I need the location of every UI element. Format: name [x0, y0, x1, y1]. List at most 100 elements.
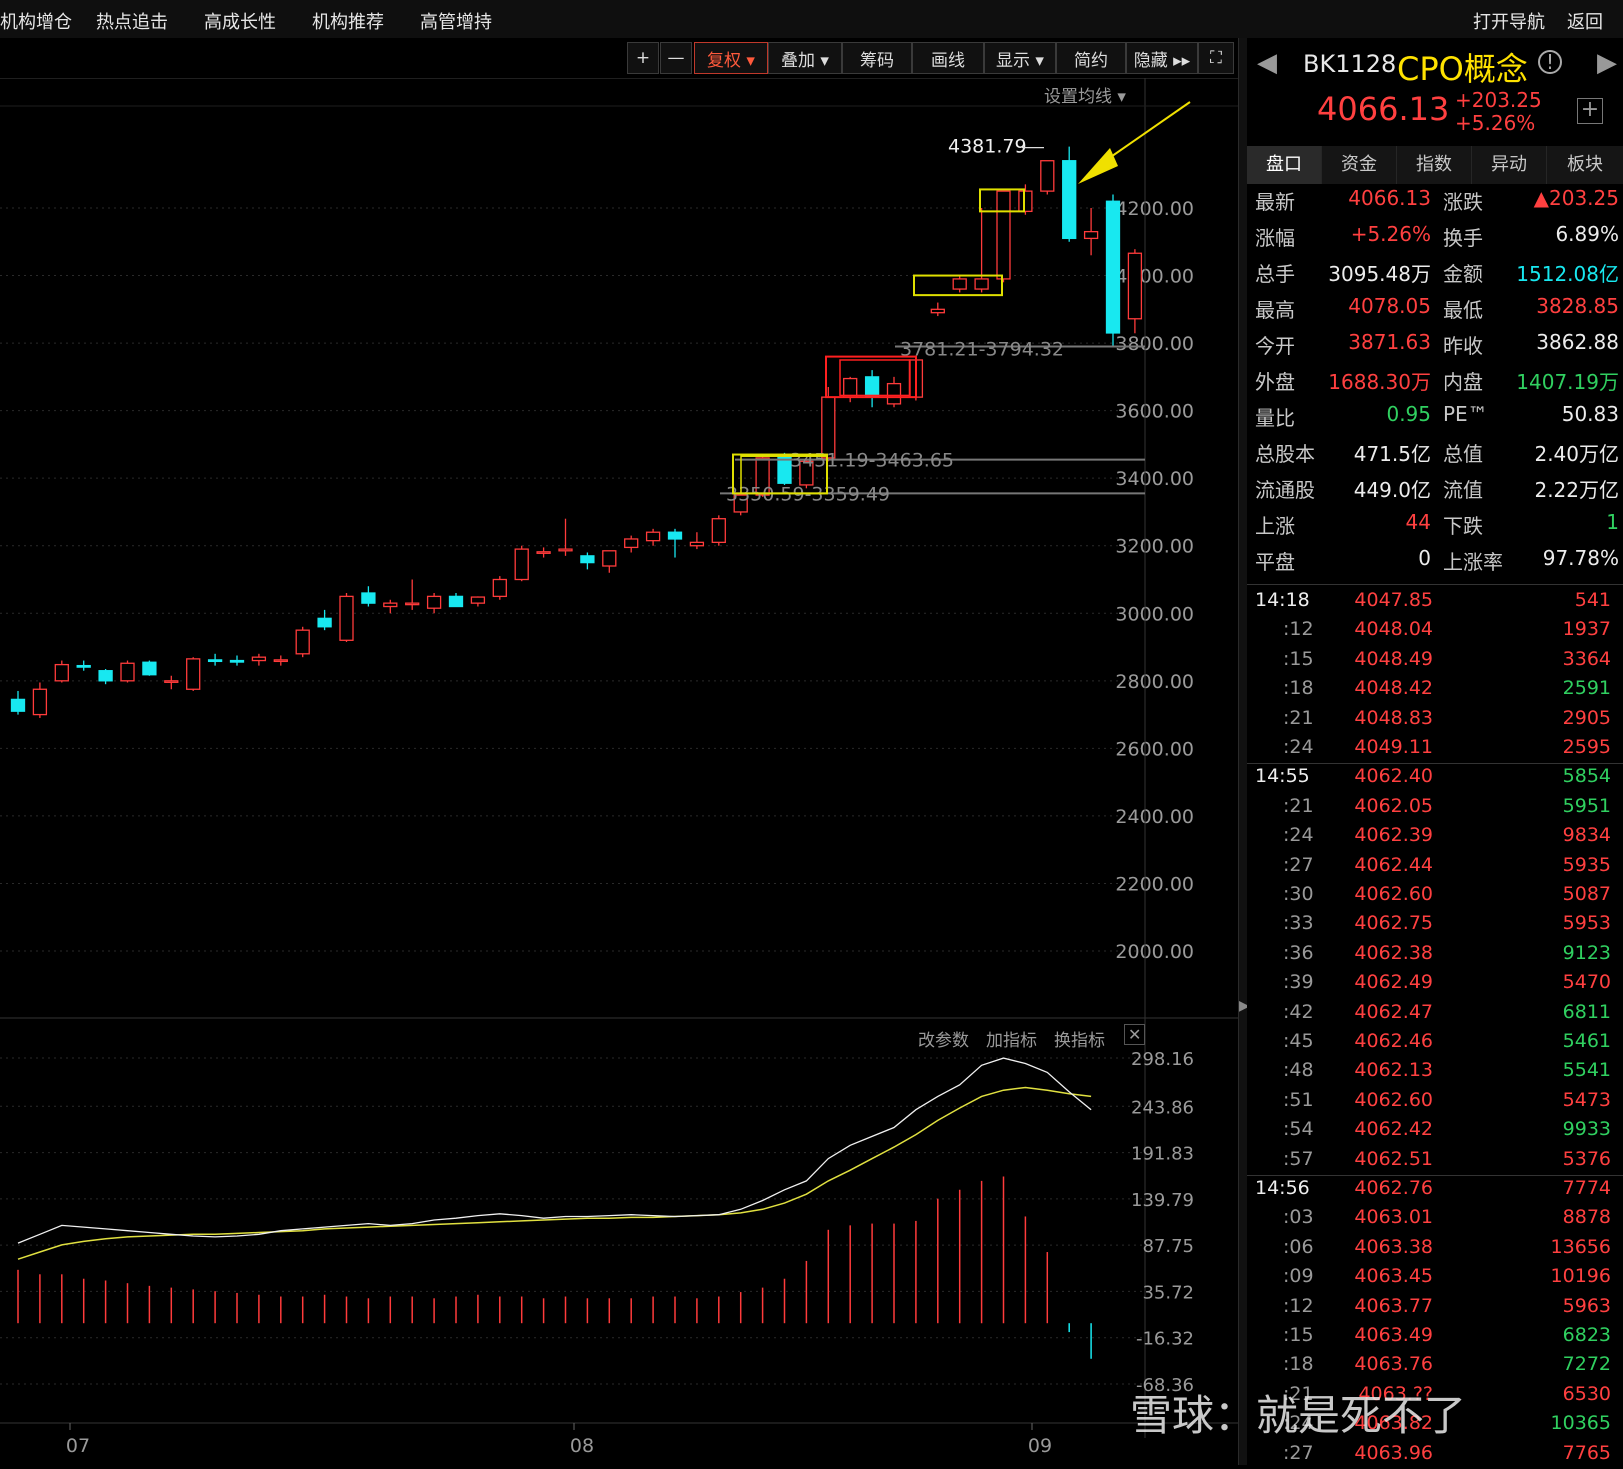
- stat-value: 0: [1418, 546, 1431, 570]
- nav-item-3[interactable]: 机构推荐: [312, 8, 384, 34]
- candle-body: [273, 659, 288, 663]
- next-arrow-icon[interactable]: ▶: [1597, 48, 1617, 78]
- candle-body: [886, 382, 902, 405]
- simple-button[interactable]: 简约: [1056, 42, 1126, 74]
- candle-body: [470, 596, 486, 604]
- chips-button[interactable]: 筹码: [842, 42, 912, 74]
- candle-body: [142, 661, 157, 676]
- x-axis-label: 07: [66, 1435, 90, 1457]
- info-icon[interactable]: !: [1538, 50, 1562, 74]
- stat-value: 1: [1606, 510, 1619, 534]
- tick-price: 4062.46: [1354, 1030, 1433, 1052]
- tick-price: 4063.01: [1354, 1206, 1433, 1229]
- tick-time: :48: [1283, 1059, 1314, 1082]
- watermark: 雪球：就是死不了: [1130, 1391, 1467, 1440]
- stat-value: 6.89%: [1555, 222, 1619, 246]
- nav-item-1[interactable]: 热点追击: [96, 8, 168, 34]
- tab-index[interactable]: 指数: [1397, 146, 1472, 184]
- candle-body: [251, 656, 267, 662]
- tick-price: 4063.96: [1354, 1441, 1433, 1464]
- candle-body: [645, 531, 661, 542]
- tick-volume: 5470: [1562, 971, 1611, 994]
- tick-time: :51: [1283, 1088, 1314, 1111]
- tick-price: 4062.44: [1354, 853, 1433, 876]
- x-axis-label: 09: [1028, 1435, 1052, 1457]
- stat-value: +5.26%: [1350, 222, 1431, 246]
- stat-value: 3828.85: [1536, 294, 1619, 318]
- price-axis-label: 3600.00: [1115, 401, 1194, 423]
- tick-volume: 8878: [1562, 1206, 1611, 1229]
- stat-value: 3871.63: [1348, 330, 1431, 354]
- kline-chart[interactable]: 4200.00 4000.00 3800.00 3600.00 3400.00 3200.…: [0, 78, 1238, 1465]
- prev-arrow-icon[interactable]: ◀: [1257, 48, 1277, 78]
- add-watchlist-button[interactable]: +: [1577, 98, 1603, 124]
- tab-movement[interactable]: 异动: [1472, 146, 1547, 184]
- display-button[interactable]: 显示 ▾: [984, 42, 1056, 74]
- fullscreen-icon[interactable]: ⛶: [1198, 42, 1234, 74]
- tick-time: :54: [1283, 1118, 1314, 1141]
- tick-time: :24: [1283, 736, 1314, 758]
- tick-time: :27: [1283, 1441, 1314, 1464]
- tick-volume: 5461: [1562, 1030, 1611, 1052]
- tab-sector[interactable]: 板块: [1547, 146, 1623, 184]
- nav-item-0[interactable]: 机构增仓: [0, 8, 72, 34]
- range-label: 3781.21-3794.32: [900, 339, 1064, 361]
- indicator-switch-button[interactable]: 换指标: [1054, 1026, 1105, 1051]
- tab-capital[interactable]: 资金: [1322, 146, 1397, 184]
- index-name: CPO概念: [1397, 50, 1528, 88]
- tick-price: 4047.85: [1354, 589, 1433, 611]
- indicator-line: [17, 1086, 1092, 1260]
- candle-body: [317, 617, 332, 628]
- tick-volume: 10365: [1550, 1412, 1611, 1435]
- tab-handicap[interactable]: 盘口: [1247, 146, 1322, 184]
- tick-volume: 5473: [1562, 1088, 1611, 1111]
- zoom-in-button[interactable]: +: [627, 42, 659, 74]
- tick-time: :06: [1283, 1235, 1314, 1258]
- overlay-button[interactable]: 叠加 ▾: [768, 42, 842, 74]
- stat-label: 最高: [1255, 298, 1295, 322]
- tick-time: :45: [1283, 1030, 1314, 1052]
- tick-time: :30: [1283, 883, 1314, 905]
- range-label: 3451.19-3463.65: [790, 450, 954, 472]
- stat-label: 流通股: [1255, 478, 1315, 502]
- draw-button[interactable]: 画线: [912, 42, 984, 74]
- tick-price: 4062.51: [1354, 1147, 1433, 1170]
- candle-body: [426, 595, 442, 609]
- tick-price: 4062.75: [1354, 912, 1433, 935]
- open-nav-link[interactable]: 打开导航: [1473, 8, 1545, 34]
- hide-button[interactable]: 隐藏 ▸▸: [1126, 42, 1198, 74]
- tick-volume: 2591: [1562, 677, 1611, 700]
- adjust-button[interactable]: 复权 ▾: [694, 42, 768, 74]
- stat-label: 总值: [1443, 442, 1483, 466]
- stat-value: ▲203.25: [1533, 186, 1619, 210]
- tick-price: 4048.49: [1354, 647, 1433, 670]
- tick-volume: 6823: [1562, 1324, 1611, 1346]
- indicator-close-icon[interactable]: ✕: [1124, 1024, 1146, 1045]
- tick-volume: 5087: [1562, 883, 1611, 905]
- candle-body: [339, 595, 354, 641]
- price-axis-label: 4200.00: [1115, 198, 1194, 220]
- tick-volume: 9123: [1562, 941, 1611, 964]
- candle-body: [98, 670, 113, 682]
- nav-item-4[interactable]: 高管增持: [420, 8, 492, 34]
- set-ma-button[interactable]: 设置均线 ▾: [1044, 82, 1126, 107]
- tick-price: 4048.83: [1354, 706, 1433, 729]
- tick-time: :09: [1283, 1265, 1314, 1288]
- tick-volume: 6530: [1562, 1382, 1611, 1405]
- stat-label: 总手: [1255, 262, 1295, 286]
- candle-body: [689, 541, 705, 547]
- tick-time: :12: [1283, 1294, 1314, 1317]
- indicator-adjust-button[interactable]: 改参数: [918, 1026, 969, 1051]
- tick-price: 4063.45: [1354, 1265, 1433, 1288]
- candle-body: [120, 662, 135, 682]
- nav-item-2[interactable]: 高成长性: [204, 8, 276, 34]
- indicator-line: [17, 1057, 1092, 1244]
- tick-volume: 10196: [1550, 1265, 1611, 1288]
- indicator-add-button[interactable]: 加指标: [986, 1026, 1037, 1051]
- back-link[interactable]: 返回: [1567, 8, 1603, 34]
- tick-volume: 5854: [1562, 765, 1611, 788]
- zoom-out-button[interactable]: —: [660, 42, 692, 74]
- high-price-label: 4381.79: [948, 136, 1027, 158]
- candle-body: [711, 518, 726, 543]
- tick-time: :15: [1283, 647, 1314, 670]
